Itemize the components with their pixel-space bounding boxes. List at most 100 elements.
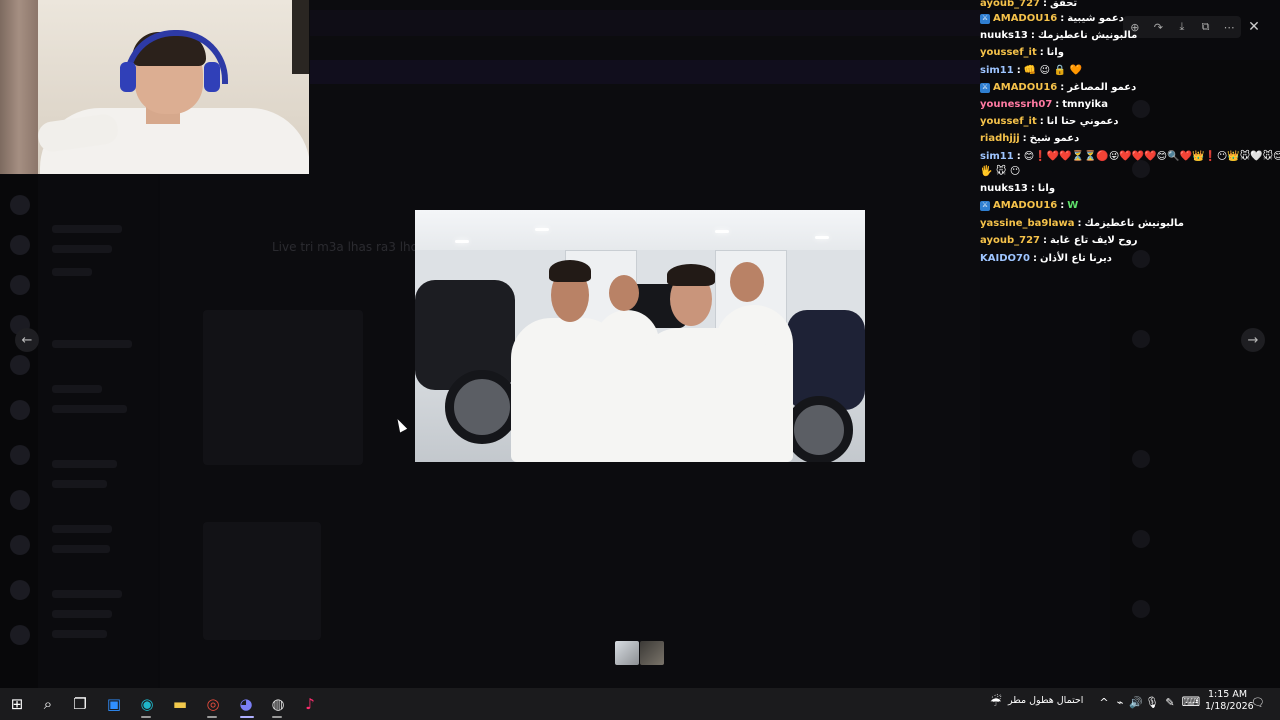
search-icon[interactable]: ⌕ <box>36 692 60 716</box>
tiktok-icon[interactable]: ♪ <box>298 692 322 716</box>
clock-time[interactable]: 1:15 AM <box>1208 689 1247 700</box>
webcam-overlay <box>0 0 309 174</box>
chat-message: sim11: 👊 😉 🔒 🧡 <box>980 62 1082 79</box>
member-avatar <box>1132 530 1150 548</box>
motorcycle-wheel <box>445 370 519 444</box>
volume-icon[interactable]: 🔊 <box>1129 695 1143 709</box>
chat-username[interactable]: younessrh07 <box>980 96 1052 113</box>
chat-message: younessrh07: tmnyika <box>980 96 1108 113</box>
thumbnail[interactable] <box>640 641 664 665</box>
server-icon <box>10 235 30 255</box>
chat-separator: : <box>1022 133 1027 144</box>
chat-username[interactable]: yassine_ba9lawa <box>980 215 1075 232</box>
thumbnail-selected[interactable] <box>615 641 639 665</box>
show-hidden-icons-icon[interactable]: ^ <box>1097 695 1111 709</box>
chat-username[interactable]: nuuks13 <box>980 180 1028 197</box>
running-indicator <box>272 716 282 718</box>
chat-message: ⚔ AMADOU16: W <box>980 197 1078 214</box>
chat-separator: : <box>1055 99 1060 110</box>
person-head <box>609 275 639 311</box>
chat-username[interactable]: KAIDO70 <box>980 250 1030 267</box>
headphones-ear-right <box>204 62 220 92</box>
weather-icon[interactable]: ☔ <box>989 695 1003 710</box>
member-avatar <box>1132 600 1150 618</box>
chat-separator: : <box>1030 30 1035 41</box>
chat-username[interactable]: nuuks13 <box>980 27 1028 44</box>
member-avatar <box>1132 250 1150 268</box>
background-server-list <box>0 175 38 688</box>
ceiling-light <box>715 230 729 233</box>
background-image-card <box>203 310 363 465</box>
file-explorer-icon[interactable]: ▬ <box>168 692 192 716</box>
task-view-icon[interactable]: ❐ <box>68 692 92 716</box>
chat-message-text: وانا <box>1046 47 1064 58</box>
weather-text[interactable]: احتمال هطول مطر <box>1008 695 1083 706</box>
server-icon <box>10 535 30 555</box>
running-indicator <box>141 716 151 718</box>
more-icon[interactable]: ⋯ <box>1220 18 1238 36</box>
chat-username[interactable]: AMADOU16 <box>993 79 1057 96</box>
chat-separator: : <box>1077 218 1082 229</box>
chat-message: ⚔ AMADOU16: دعمو شيبية <box>980 10 1124 27</box>
open-external-icon[interactable]: ⧉ <box>1197 18 1215 36</box>
previous-image-button[interactable]: ← <box>15 328 39 352</box>
webcam-picture-frame <box>292 0 309 74</box>
network-icon[interactable]: ⌁ <box>1113 695 1127 709</box>
server-icon <box>10 275 30 295</box>
chat-message: ⚔ AMADOU16: دعمو المصاغر <box>980 79 1136 96</box>
moderator-badge-icon: ⚔ <box>980 13 990 24</box>
chat-message-text: وانا <box>1037 183 1056 194</box>
chat-username[interactable]: AMADOU16 <box>993 197 1057 214</box>
notification-icon[interactable]: 🗨 <box>1251 695 1265 709</box>
chat-username[interactable]: ayoub_727 <box>980 232 1040 249</box>
channel-row <box>52 545 110 553</box>
chat-separator: : <box>1060 82 1065 93</box>
server-icon <box>10 445 30 465</box>
server-icon <box>10 625 30 645</box>
headphones-ear-left <box>120 62 136 92</box>
chat-message: ayoub_727: روح لايف تاع غابة <box>980 232 1137 249</box>
server-icon <box>10 400 30 420</box>
background-header <box>310 10 980 36</box>
obs-icon[interactable]: ◍ <box>266 692 290 716</box>
webcam-curtain <box>0 0 38 174</box>
server-icon <box>10 580 30 600</box>
chat-username[interactable]: riadhjjj <box>980 130 1020 147</box>
chat-separator: : <box>1039 116 1044 127</box>
download-icon[interactable]: ⤓ <box>1173 18 1191 36</box>
store-icon[interactable]: ▣ <box>102 692 126 716</box>
chat-username[interactable]: sim11 <box>980 62 1014 79</box>
pen-icon[interactable]: ✎ <box>1163 695 1177 709</box>
close-viewer-button[interactable]: ✕ <box>1244 17 1264 37</box>
chat-message-text: tmnyika <box>1062 99 1108 110</box>
chat-message: yassine_ba9lawa: مالبونيش ناعطيزمك <box>980 215 1184 232</box>
clock-date[interactable]: 1/18/2026 <box>1205 701 1254 712</box>
next-image-button[interactable]: → <box>1241 328 1265 352</box>
chat-username[interactable]: youssef_it <box>980 113 1037 130</box>
channel-row <box>52 610 112 618</box>
chat-message: nuuks13: وانا <box>980 180 1055 197</box>
discord-icon[interactable]: ◕ <box>234 692 258 716</box>
channel-row <box>52 225 122 233</box>
edge-icon[interactable]: ◉ <box>135 692 159 716</box>
member-avatar <box>1132 330 1150 348</box>
chat-message: riadhjjj: دعمو شيخ <box>980 130 1079 147</box>
microphone-icon[interactable]: 🎙 <box>1145 695 1159 709</box>
chat-message: nuuks13: مالبونيش ناعطيزمك <box>980 27 1137 44</box>
person-hair <box>549 260 591 282</box>
chat-username[interactable]: youssef_it <box>980 44 1037 61</box>
chat-message-text: مالبونيش ناعطيزمك <box>1084 218 1184 229</box>
chat-username[interactable]: AMADOU16 <box>993 10 1057 27</box>
windows-start-icon[interactable]: ⊞ <box>5 692 29 716</box>
channel-row <box>52 630 107 638</box>
background-banner <box>310 60 980 84</box>
motorcycle-wheel <box>785 396 853 462</box>
chat-message-text: مالبونيش ناعطيزمك <box>1037 30 1138 41</box>
keyboard-icon[interactable]: ⌨ <box>1182 695 1201 710</box>
chrome-icon[interactable]: ◎ <box>201 692 225 716</box>
image-viewer-toolbar: ⊕ ↷ ⤓ ⧉ ⋯ <box>1123 16 1241 38</box>
ceiling-light <box>455 240 469 243</box>
forward-icon[interactable]: ↷ <box>1149 18 1167 36</box>
chat-message-text: دعمو المصاغر <box>1067 82 1137 93</box>
chat-separator: : <box>1042 235 1047 246</box>
